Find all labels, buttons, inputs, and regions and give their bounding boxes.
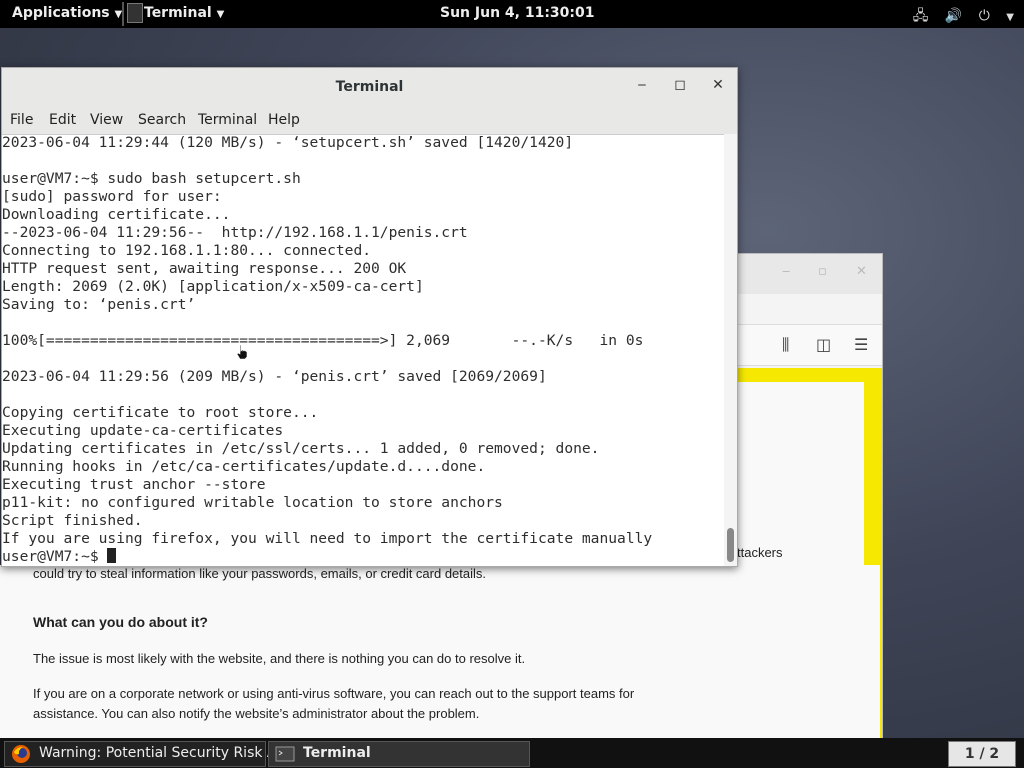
terminal-line: If you are using firefox, you will need … [2, 530, 653, 547]
page-text-fragment: ttackers [737, 545, 783, 560]
terminal-line: Saving to: ‘penis.crt’ [2, 296, 196, 313]
applications-menu[interactable]: Applications ▼ [12, 5, 122, 21]
maximize-icon[interactable]: ◻ [670, 77, 690, 93]
browser-titlebar: ‒ ▫ ✕ [738, 254, 882, 294]
terminal-line: Updating certificates in /etc/ssl/certs.… [2, 440, 600, 457]
applications-label: Applications [12, 5, 110, 21]
terminal-icon [275, 746, 295, 762]
terminal-scrollbar[interactable] [724, 134, 737, 566]
top-panel: Applications ▼ Terminal ▼ Sun Jun 4, 11:… [0, 0, 1024, 28]
terminal-menubar: File Edit View Search Terminal Help [2, 106, 737, 135]
close-icon[interactable]: ✕ [856, 264, 867, 279]
firefox-icon [12, 745, 30, 763]
terminal-line: --2023-06-04 11:29:56-- http://192.168.1… [2, 224, 468, 241]
sidebar-icon[interactable]: ◫ [816, 335, 831, 354]
close-icon[interactable]: ✕ [708, 77, 728, 93]
terminal-line: Connecting to 192.168.1.1:80... connecte… [2, 242, 372, 259]
maximize-icon[interactable]: ▫ [818, 264, 827, 279]
terminal-line: Downloading certificate... [2, 206, 231, 223]
window-title: Terminal [335, 79, 404, 95]
clock[interactable]: Sun Jun 4, 11:30:01 [440, 5, 595, 21]
scrollbar-thumb[interactable] [727, 528, 734, 562]
terminal-line: [sudo] password for user: [2, 188, 222, 205]
page-paragraph: could try to steal information like your… [33, 566, 487, 581]
hamburger-menu-icon[interactable]: ☰ [854, 335, 868, 354]
terminal-line: 2023-06-04 11:29:44 (120 MB/s) - ‘setupc… [2, 134, 574, 151]
terminal-line: HTTP request sent, awaiting response... … [2, 260, 407, 277]
terminal-line: 100%[===================================… [2, 332, 644, 349]
text-cursor [107, 548, 117, 563]
page-paragraph: assistance. You can also notify the webs… [33, 706, 480, 721]
terminal-line: Executing trust anchor --store [2, 476, 266, 493]
library-icon[interactable]: ⫼ [782, 335, 789, 355]
minimize-icon[interactable]: ‒ [782, 264, 790, 279]
terminal-app-icon [127, 3, 143, 23]
terminal-line: Copying certificate to root store... [2, 404, 319, 421]
terminal-app-menu[interactable]: Terminal ▼ [144, 5, 224, 21]
menu-search[interactable]: Search [138, 112, 186, 128]
bottom-taskbar: Warning: Potential Security Risk A... Te… [0, 738, 1024, 768]
volume-icon[interactable]: 🔊 [945, 8, 962, 24]
page-paragraph: If you are on a corporate network or usi… [33, 686, 635, 701]
menu-edit[interactable]: Edit [49, 112, 76, 128]
terminal-titlebar[interactable]: Terminal ‒ ◻ ✕ [2, 68, 737, 107]
minimize-icon[interactable]: ‒ [632, 77, 652, 93]
hand-pointer-icon [236, 344, 248, 360]
taskbar-firefox[interactable]: Warning: Potential Security Risk A... [4, 741, 290, 767]
taskbar-terminal[interactable]: Terminal [268, 741, 530, 767]
terminal-line: Length: 2069 (2.0K) [application/x-x509-… [2, 278, 424, 295]
menu-view[interactable]: View [90, 112, 123, 128]
browser-toolbar: ⫼ ◫ ☰ [738, 324, 882, 366]
terminal-app-label: Terminal [144, 5, 212, 21]
menu-help[interactable]: Help [268, 112, 300, 128]
power-icon[interactable]: ⏻ ▼ [979, 8, 1014, 24]
network-icon[interactable]: 🖧 [913, 8, 929, 24]
taskbar-label: Warning: Potential Security Risk A... [39, 745, 290, 761]
terminal-line: p11-kit: no configured writable location… [2, 494, 503, 511]
chevron-down-icon: ▼ [216, 9, 225, 20]
workspace-switcher[interactable]: 1 / 2 [948, 741, 1016, 767]
terminal-line: Script finished. [2, 512, 143, 529]
terminal-line: Executing update-ca-certificates [2, 422, 284, 439]
shell-prompt: user@VM7:~$ [2, 548, 108, 565]
page-paragraph: The issue is most likely with the websit… [33, 651, 526, 666]
terminal-line: 2023-06-04 11:29:56 (209 MB/s) - ‘penis.… [2, 368, 547, 385]
terminal-output[interactable]: 2023-06-04 11:29:44 (120 MB/s) - ‘setupc… [2, 134, 724, 566]
system-tray[interactable]: 🖧 🔊 ⏻ ▼ [901, 5, 1014, 29]
terminal-window[interactable]: Terminal ‒ ◻ ✕ File Edit View Search Ter… [1, 67, 738, 567]
menu-file[interactable]: File [10, 112, 33, 128]
menu-terminal[interactable]: Terminal [198, 112, 257, 128]
terminal-line: Running hooks in /etc/ca-certificates/up… [2, 458, 486, 475]
page-heading: What can you do about it? [33, 614, 208, 630]
terminal-line: user@VM7:~$ sudo bash setupcert.sh [2, 170, 301, 187]
panel-separator [122, 2, 124, 26]
terminal-prompt-line[interactable]: user@VM7:~$ [2, 548, 724, 566]
warning-page-content: could try to steal information like your… [0, 565, 880, 745]
taskbar-label: Terminal [303, 745, 371, 761]
